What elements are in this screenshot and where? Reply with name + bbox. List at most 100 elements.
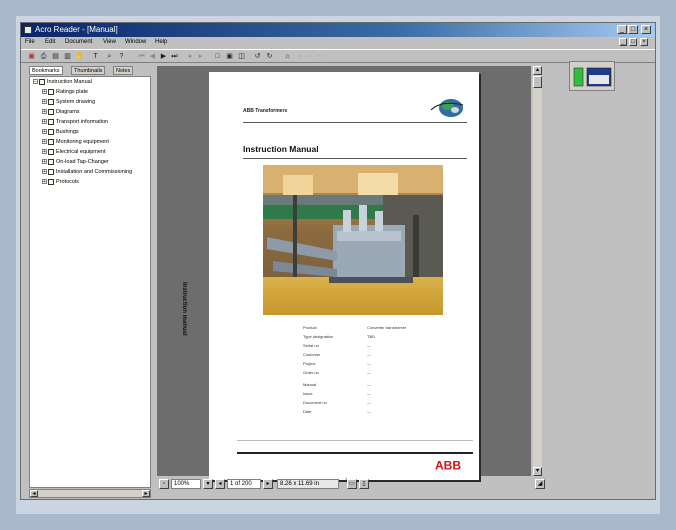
expand-icon[interactable]: +	[42, 139, 47, 145]
bookmark-icon	[48, 118, 54, 125]
mdi-close-button[interactable]: ×	[640, 38, 648, 46]
previous-page-icon[interactable]: ◀	[148, 52, 157, 61]
bookmark-root-label: Instruction Manual	[47, 79, 92, 85]
zoom-menu-icon[interactable]: ▾	[203, 479, 213, 489]
mdi-minimize-button[interactable]: _	[619, 38, 627, 46]
go-forward-icon[interactable]: ▸	[196, 52, 205, 61]
expand-icon[interactable]: +	[42, 169, 47, 175]
menu-view[interactable]: View	[103, 37, 116, 48]
rotate-left-icon[interactable]: ↺	[253, 52, 262, 61]
continuous-button[interactable]: ▯	[359, 479, 369, 489]
next-page-button[interactable]: ▸	[263, 479, 273, 489]
menu-help[interactable]: Help	[155, 37, 167, 48]
title-rule	[243, 158, 467, 159]
single-page-button[interactable]: ▭	[347, 479, 357, 489]
minimize-button[interactable]: _	[617, 25, 627, 34]
field-label: Product	[303, 325, 317, 330]
web-search-icon[interactable]: ⌂	[283, 52, 292, 61]
mdi-restore-button[interactable]: □	[629, 38, 637, 46]
document-vertical-scrollbar[interactable]: ▴ ▾	[533, 66, 542, 476]
go-back-icon[interactable]: ◂	[185, 52, 194, 61]
collapse-icon[interactable]: −	[33, 79, 38, 85]
status-indicator-icon[interactable]	[573, 67, 584, 87]
scroll-thumb[interactable]	[533, 76, 542, 88]
rotate-right-icon[interactable]: ↻	[265, 52, 274, 61]
open-icon[interactable]: ▣	[27, 52, 36, 61]
bookmark-label: On-load Tap-Changer	[56, 159, 109, 165]
header-rule	[243, 122, 467, 123]
actual-size-icon[interactable]: □	[213, 52, 222, 61]
bookmark-item[interactable]: + Protocols	[42, 178, 79, 187]
bookmark-item[interactable]: + Diagrams	[42, 108, 80, 117]
tab-notes[interactable]: Notes	[113, 66, 134, 75]
print-icon[interactable]: ⎙	[39, 52, 48, 61]
field-label: Customer	[303, 352, 321, 357]
scroll-right-icon[interactable]: ▸	[142, 490, 150, 497]
expand-icon[interactable]: +	[42, 89, 47, 95]
menu-document[interactable]: Document	[65, 37, 92, 48]
bookmark-item[interactable]: + Ratings plate	[42, 88, 88, 97]
toolbar-extra-2-icon[interactable]: ◦	[305, 52, 314, 61]
bookmark-item[interactable]: + On-load Tap-Changer	[42, 158, 109, 167]
expand-icon[interactable]: +	[42, 179, 47, 185]
expand-icon[interactable]: +	[42, 99, 47, 105]
find-icon[interactable]: ?	[117, 52, 126, 61]
bookmark-label: Electrical equipment	[56, 149, 106, 155]
maximize-button[interactable]: □	[628, 25, 638, 34]
menu-bar: File Edit Document View Window Help _ □ …	[21, 37, 655, 48]
field-label: Date	[303, 409, 312, 414]
tab-thumbnails[interactable]: Thumbnails	[71, 66, 106, 75]
save-icon[interactable]: ▤	[51, 52, 60, 61]
fit-width-icon[interactable]: ◫	[237, 52, 246, 61]
previous-page-button[interactable]: ◂	[215, 479, 225, 489]
navigation-tabs: Bookmarks Thumbnails Notes	[29, 66, 151, 75]
bookmark-item[interactable]: + Transport information	[42, 118, 108, 127]
expand-icon[interactable]: +	[42, 119, 47, 125]
menu-file[interactable]: File	[25, 37, 35, 48]
expand-icon[interactable]: +	[42, 149, 47, 155]
bookmark-horizontal-scrollbar[interactable]: ◂ ▸	[29, 489, 151, 498]
zoom-field[interactable]: 100%	[171, 479, 201, 489]
page-size-toggle-button[interactable]: ▫	[159, 479, 169, 489]
bookmark-label: Protocols	[56, 179, 79, 185]
page-field[interactable]: 1 of 200	[227, 479, 261, 489]
select-text-icon[interactable]: T	[91, 52, 100, 61]
first-page-icon[interactable]: ⏮	[137, 52, 146, 61]
field-value: —	[367, 391, 371, 396]
bookmark-label: Installation and Commissioning	[56, 169, 133, 175]
last-page-icon[interactable]: ⏭	[170, 52, 179, 61]
next-page-icon[interactable]: ▶	[159, 52, 168, 61]
tab-bookmarks[interactable]: Bookmarks	[29, 66, 63, 75]
bookmark-root[interactable]: − Instruction Manual	[33, 78, 92, 87]
scroll-left-icon[interactable]: ◂	[30, 490, 38, 497]
bookmark-icon	[48, 178, 54, 185]
bookmark-item[interactable]: + Monitoring equipment	[42, 138, 109, 147]
document-viewer[interactable]: ABB Transformers Instruction Manual Inst…	[157, 66, 531, 481]
scroll-up-icon[interactable]: ▴	[533, 66, 542, 75]
toolbar-extra-3-icon[interactable]: ◦	[315, 52, 324, 61]
hand-icon[interactable]: ✋	[75, 52, 84, 61]
menu-window[interactable]: Window	[125, 37, 146, 48]
zoom-in-icon[interactable]: ⌕	[105, 52, 114, 61]
globe-logo-icon	[430, 99, 464, 117]
field-label: Type designation	[303, 334, 334, 339]
fit-page-icon[interactable]: ▣	[225, 52, 234, 61]
resize-grip-icon[interactable]: ◢	[535, 479, 545, 489]
toolbar-extra-1-icon[interactable]: ◦	[295, 52, 304, 61]
bookmark-label: Bushings	[56, 129, 79, 135]
app-icon	[24, 26, 32, 34]
expand-icon[interactable]: +	[42, 129, 47, 135]
email-icon[interactable]: ▥	[63, 52, 72, 61]
bookmark-item[interactable]: + Bushings	[42, 128, 79, 137]
field-label: Issue	[303, 391, 313, 396]
bookmark-item[interactable]: + System drawing	[42, 98, 95, 107]
expand-icon[interactable]: +	[42, 109, 47, 115]
close-button[interactable]: ×	[641, 25, 651, 34]
field-value: —	[367, 400, 371, 405]
bookmark-item[interactable]: + Electrical equipment	[42, 148, 106, 157]
bookmark-item[interactable]: + Installation and Commissioning	[42, 168, 132, 177]
menu-edit[interactable]: Edit	[45, 37, 55, 48]
expand-icon[interactable]: +	[42, 159, 47, 165]
scroll-down-icon[interactable]: ▾	[533, 467, 542, 476]
document-page: ABB Transformers Instruction Manual Inst…	[181, 72, 479, 481]
